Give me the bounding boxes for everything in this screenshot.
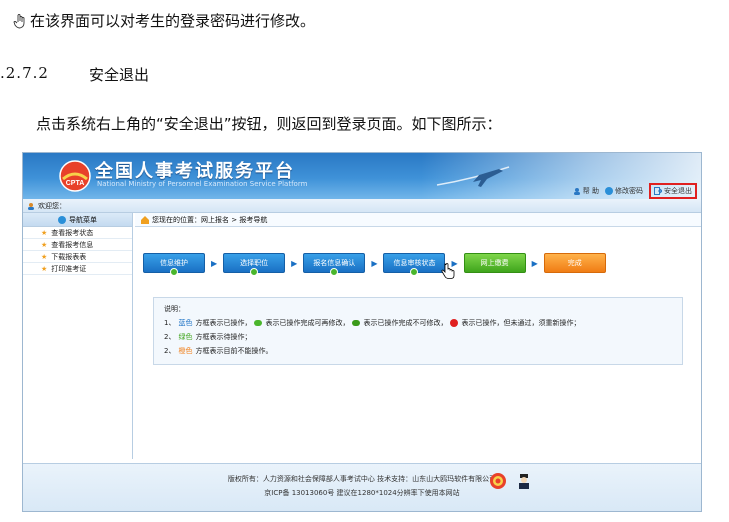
notes-line-2: 2、 绿色 方框表示待操作； bbox=[164, 333, 252, 341]
step-info-maintain[interactable]: 信息维护 bbox=[143, 253, 205, 276]
locked-done-icon bbox=[352, 320, 361, 326]
section-heading: .2.7.2 安全退出 bbox=[0, 64, 149, 85]
doc-line-1: 在该界面可以对考生的登录密码进行修改。 bbox=[12, 10, 315, 31]
arrow-right-icon: ▶ bbox=[531, 258, 538, 268]
star-icon: ★ bbox=[41, 252, 48, 261]
step-select-position[interactable]: 选择职位 bbox=[223, 253, 286, 276]
section-number: .2.7.2 bbox=[0, 64, 49, 82]
notes-line-3: 2、 橙色 方框表示目前不能操作。 bbox=[164, 347, 273, 355]
main-panel: 您现在的位置：网上报名 > 报考导航 信息维护 ▶ 选择职位 ▶ 报名信息确认 … bbox=[135, 213, 701, 459]
section-title: 安全退出 bbox=[88, 66, 149, 84]
home-icon bbox=[141, 215, 149, 224]
top-links: 帮 助 修改密码 安全退出 bbox=[573, 183, 697, 199]
police-badge-icon bbox=[490, 473, 506, 489]
notes-line-1: 1、 蓝色 方框表示已操作， 表示已操作完成可再修改， 表示已操作完成不可修改， 表… bbox=[164, 319, 581, 327]
star-icon: ★ bbox=[41, 240, 48, 249]
police-figure-icon bbox=[519, 474, 529, 489]
change-password-link[interactable]: 修改密码 bbox=[605, 186, 643, 196]
airplane-icon bbox=[436, 166, 510, 187]
step-review-status[interactable]: 信息审核状态 bbox=[383, 253, 446, 276]
arrow-right-icon: ▶ bbox=[211, 258, 218, 268]
arrow-right-icon: ▶ bbox=[371, 258, 378, 268]
exit-icon bbox=[654, 187, 662, 195]
breadcrumb: 您现在的位置：网上报名 > 报考导航 bbox=[135, 213, 701, 227]
person-icon bbox=[28, 202, 34, 210]
check-icon bbox=[410, 268, 419, 276]
svg-text:CPTA: CPTA bbox=[66, 180, 85, 187]
notes-heading: 说明： bbox=[164, 305, 185, 313]
site-subtitle: National Ministry of Personnel Examinati… bbox=[97, 180, 308, 188]
check-icon bbox=[250, 268, 259, 276]
error-icon bbox=[450, 319, 459, 327]
editable-done-icon bbox=[254, 320, 263, 326]
step-online-payment[interactable]: 网上缴费 bbox=[463, 253, 526, 273]
star-icon: ★ bbox=[41, 264, 48, 273]
footer-copyright: 版权所有：人力资源和社会保障部人事考试中心 技术支持：山东山大鸥玛软件有限公司 bbox=[227, 475, 497, 483]
check-icon bbox=[330, 268, 339, 276]
hand-cursor-icon bbox=[441, 263, 455, 279]
footer: 版权所有：人力资源和社会保障部人事考试中心 技术支持：山东山大鸥玛软件有限公司 … bbox=[23, 463, 701, 511]
check-icon bbox=[170, 268, 178, 276]
welcome-bar: 欢迎您： bbox=[23, 199, 701, 213]
sidebar: 导航菜单 ★ 查看报考状态 ★ 查看报考信息 ★ 下载报表表 ★ 打印准考证 bbox=[23, 213, 133, 459]
arrow-right-icon: ▶ bbox=[291, 258, 298, 268]
cpta-logo-icon: CPTA bbox=[59, 160, 91, 192]
doc-text-1: 在该界面可以对考生的登录密码进行修改。 bbox=[30, 12, 316, 30]
footer-badges bbox=[489, 472, 533, 490]
key-icon bbox=[605, 187, 613, 195]
sidebar-item-status[interactable]: ★ 查看报考状态 bbox=[23, 227, 132, 239]
sidebar-header: 导航菜单 bbox=[23, 213, 132, 227]
sidebar-item-download[interactable]: ★ 下载报表表 bbox=[23, 251, 132, 263]
star-icon: ★ bbox=[41, 228, 48, 237]
menu-icon bbox=[58, 215, 66, 224]
step-complete[interactable]: 完成 bbox=[543, 253, 606, 273]
step-confirm-info[interactable]: 报名信息确认 bbox=[303, 253, 366, 276]
help-link[interactable]: 帮 助 bbox=[573, 186, 599, 196]
step-flow: 信息维护 ▶ 选择职位 ▶ 报名信息确认 ▶ 信息审核状态 ▶ 网上缴费 ▶ 完… bbox=[143, 253, 606, 276]
logout-button[interactable]: 安全退出 bbox=[649, 183, 697, 199]
section-description: 点击系统右上角的“安全退出”按钮，则返回到登录页面。如下图所示： bbox=[36, 115, 502, 133]
hand-pointer-icon bbox=[13, 13, 25, 28]
sidebar-item-print[interactable]: ★ 打印准考证 bbox=[23, 263, 132, 275]
embedded-screenshot: CPTA 全国人事考试服务平台 National Ministry of Per… bbox=[22, 152, 702, 512]
sidebar-item-info[interactable]: ★ 查看报考信息 bbox=[23, 239, 132, 251]
notes-panel: 说明： 1、 蓝色 方框表示已操作， 表示已操作完成可再修改， 表示已操作完成不可修… bbox=[153, 297, 683, 365]
footer-icp: 京ICP备 13013060号 建议在1280*1024分辨率下使用本网站 bbox=[264, 489, 460, 497]
user-icon bbox=[573, 188, 580, 195]
